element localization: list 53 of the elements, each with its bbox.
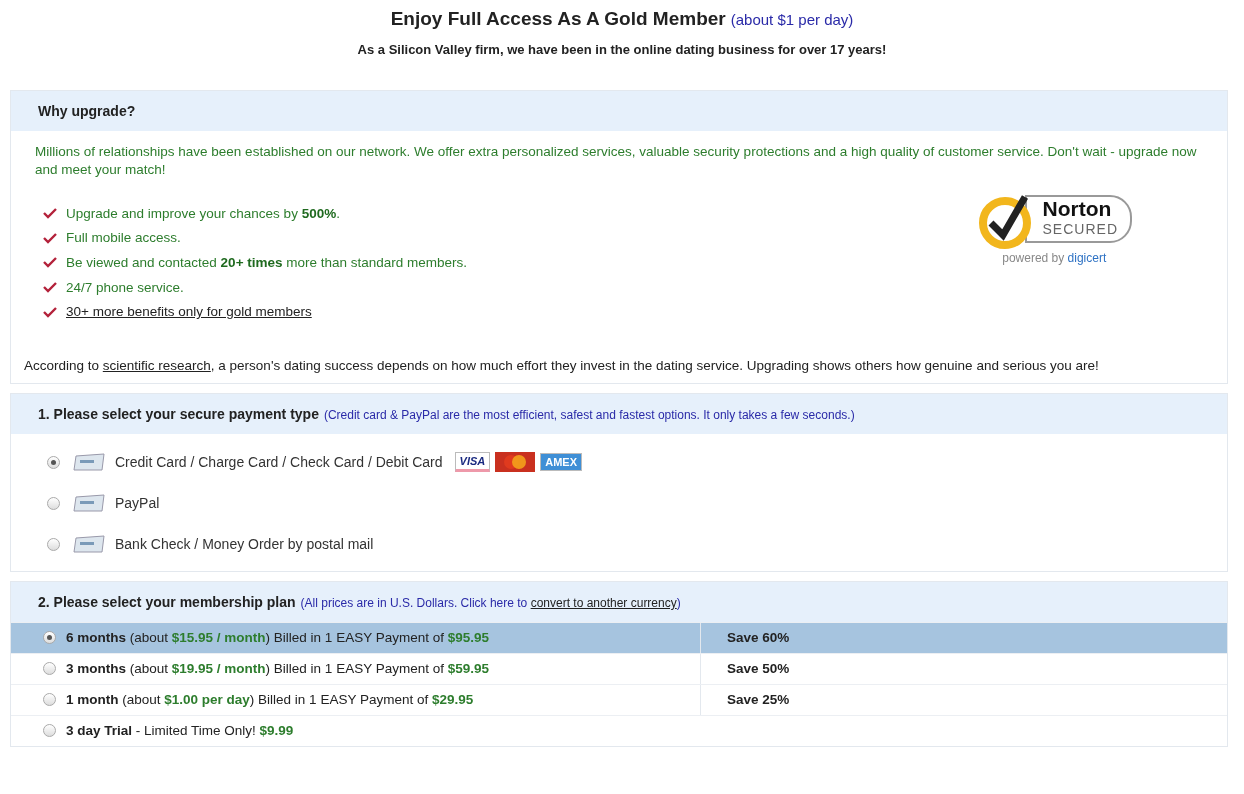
benefit-text: 24/7 phone service. (66, 279, 184, 295)
card-icon (72, 534, 106, 555)
benefits-link[interactable]: 30+ more benefits only for gold members (66, 304, 312, 320)
plan-row[interactable]: 3 day Trial - Limited Time Only! $9.99 (11, 714, 1227, 746)
radio-button[interactable] (47, 455, 60, 469)
section-title: Why upgrade? (38, 103, 136, 119)
savings-text: Save 60% (727, 630, 790, 646)
section-note: (All prices are in U.S. Dollars. Click here to convert to another currency) (300, 595, 681, 610)
research-text: According to scientific research, a person's dating success depends on how much effort they invest in the dating service. Upgrading shows others how genuine and serious you are! (24, 357, 1100, 375)
badge-brand: Norton (1042, 199, 1113, 219)
section-title: 2. Please select your membership plan (38, 593, 296, 610)
radio-button[interactable] (47, 496, 60, 510)
plan-label: 6 months (about $15.95 / month) Billed in 1 EASY Payment of $95.95 (66, 630, 489, 646)
card-icon (72, 452, 106, 473)
intro-text: Millions of relationships have been established on our network. We offer extra personalized services, valuable security protections and a high quality of customer service. Don't wait - upgrade now and meet your match! (35, 143, 1197, 179)
benefit-text: Upgrade and improve your chances by 500%. (66, 205, 340, 221)
payment-option-label[interactable]: Bank Check / Money Order by postal mail (115, 536, 374, 553)
check-icon (43, 207, 57, 220)
amex-logo: AMEX (540, 453, 583, 472)
currency-link[interactable]: convert to another currency (530, 595, 677, 610)
subtitle: As a Silicon Valley firm, we have been in the online dating business for over 17 years! (357, 42, 887, 57)
benefit-text: Be viewed and contacted 20+ times more than standard members. (66, 255, 468, 270)
radio-button[interactable] (43, 693, 56, 707)
check-icon (43, 281, 57, 294)
check-icon (43, 231, 57, 244)
plan-label: 3 day Trial - Limited Time Only! $9.99 (66, 723, 294, 739)
section-note: (Credit card & PayPal are the most efficient, safest and fastest options. It only takes a few seconds.) (323, 407, 855, 422)
page-title: Enjoy Full Access As A Gold Member (390, 8, 726, 29)
radio-button[interactable] (43, 724, 56, 738)
savings-text: Save 50% (727, 661, 790, 677)
plan-row[interactable]: 3 months (about $19.95 / month) Billed in 1 EASY Payment of $59.95 Save 50% (11, 652, 1227, 684)
visa-logo: VISA (454, 452, 491, 473)
payment-option-label[interactable]: Credit Card / Charge Card / Check Card / Debit Card (115, 454, 443, 471)
research-link[interactable]: scientific research (102, 357, 211, 373)
provider-name: digicert (1067, 251, 1107, 265)
radio-button[interactable] (43, 631, 56, 645)
powered-by-text: powered by (1002, 251, 1065, 265)
card-icon (72, 493, 106, 514)
plan-row[interactable]: 1 month (about $1.00 per day) Billed in 1 EASY Payment of $29.95 Save 25% (11, 683, 1227, 715)
check-icon (43, 305, 57, 318)
savings-text: Save 25% (727, 692, 790, 708)
benefit-text: Full mobile access. (66, 230, 181, 246)
payment-option-label[interactable]: PayPal (115, 495, 160, 512)
plan-label: 3 months (about $19.95 / month) Billed in 1 EASY Payment of $59.95 (66, 661, 489, 677)
check-icon (43, 256, 57, 269)
price-note: (about $1 per day) (730, 11, 854, 28)
radio-button[interactable] (47, 537, 60, 551)
plan-row[interactable]: 6 months (about $15.95 / month) Billed in 1 EASY Payment of $95.95 Save 60% (11, 621, 1227, 653)
section-title: 1. Please select your secure payment type (38, 405, 319, 422)
plan-label: 1 month (about $1.00 per day) Billed in 1 EASY Payment of $29.95 (66, 692, 474, 708)
badge-status: SECURED (1042, 220, 1118, 239)
radio-button[interactable] (43, 662, 56, 676)
mastercard-logo (495, 452, 536, 473)
